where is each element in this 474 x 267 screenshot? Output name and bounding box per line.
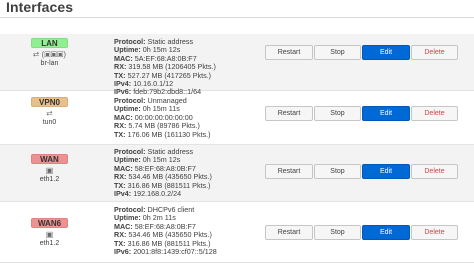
bridge-devices-icon: ⮂ (▣▣▣) [32, 50, 67, 59]
interface-device: br-lan [40, 60, 59, 67]
interface-name-badge: VPN0 [31, 97, 68, 107]
edit-button[interactable]: Edit [362, 225, 410, 240]
interface-status-info: Protocol: Static address Uptime: 0h 15m 1… [114, 37, 264, 97]
edit-button[interactable]: Edit [362, 45, 410, 60]
status-label: IPv4: [114, 189, 132, 199]
ethernet-port-icon: ▣ [45, 230, 54, 239]
delete-button[interactable]: Delete [411, 225, 458, 240]
interfaces-page: Interfaces LAN ⮂ (▣▣▣) br-lan Protocol: Sta… [0, 0, 474, 267]
interface-name-badge: WAN6 [31, 218, 68, 228]
interface-name-badge: WAN [31, 154, 68, 164]
interface-row-wan6: WAN6 ▣ eth1.2 Protocol: DHCPv6 client Uptime… [0, 202, 474, 263]
interface-status-info: Protocol: Unmanaged Uptime: 0h 15m 11s MAC… [114, 96, 264, 139]
delete-button[interactable]: Delete [411, 45, 458, 60]
status-value: 2001:8f8:1439:cf07::5/128 [133, 247, 217, 257]
status-label: IPv6: [114, 247, 132, 257]
interface-identity: VPN0 ⮂ tun0 [31, 97, 68, 127]
interface-device: tun0 [42, 119, 57, 126]
ethernet-port-icon: ▣ [45, 166, 54, 175]
restart-button[interactable]: Restart [265, 106, 313, 121]
interface-row-lan: LAN ⮂ (▣▣▣) br-lan Protocol: Static address… [0, 34, 474, 96]
interface-identity: WAN6 ▣ eth1.2 [31, 218, 68, 248]
interface-row-wan: WAN ▣ eth1.2 Protocol: Static address Uptime… [0, 145, 474, 202]
interface-status-info: Protocol: DHCPv6 client Uptime: 0h 2m 11s… [114, 205, 264, 257]
edit-button[interactable]: Edit [362, 164, 410, 179]
title-divider [0, 17, 474, 18]
stop-button[interactable]: Stop [314, 106, 361, 121]
interface-identity: LAN ⮂ (▣▣▣) br-lan [31, 38, 68, 68]
restart-button[interactable]: Restart [265, 45, 313, 60]
status-value: 176.06 MB (161130 Pkts.) [127, 129, 211, 139]
stop-button[interactable]: Stop [314, 164, 361, 179]
stop-button[interactable]: Stop [314, 225, 361, 240]
delete-button[interactable]: Delete [411, 164, 458, 179]
interface-row-vpn0: VPN0 ⮂ tun0 Protocol: Unmanaged Uptime: 0h 1… [0, 92, 474, 145]
status-label: TX: [114, 129, 126, 139]
interface-identity: WAN ▣ eth1.2 [31, 154, 68, 184]
interface-name-badge: LAN [31, 38, 68, 48]
status-line: IPv4: 192.168.0.2/24 [114, 189, 264, 199]
status-line: TX: 176.06 MB (161130 Pkts.) [114, 129, 264, 139]
status-value: 192.168.0.2/24 [133, 189, 182, 199]
interface-device: eth1.2 [39, 176, 60, 183]
interface-device: eth1.2 [39, 240, 60, 247]
status-line: IPv6: 2001:8f8:1439:cf07::5/128 [114, 247, 264, 257]
edit-button[interactable]: Edit [362, 106, 410, 121]
page-title: Interfaces [6, 0, 74, 15]
restart-button[interactable]: Restart [265, 164, 313, 179]
interface-status-info: Protocol: Static address Uptime: 0h 15m 1… [114, 147, 264, 199]
delete-button[interactable]: Delete [411, 106, 458, 121]
stop-button[interactable]: Stop [314, 45, 361, 60]
restart-button[interactable]: Restart [265, 225, 313, 240]
tunnel-icon: ⮂ [46, 109, 53, 118]
